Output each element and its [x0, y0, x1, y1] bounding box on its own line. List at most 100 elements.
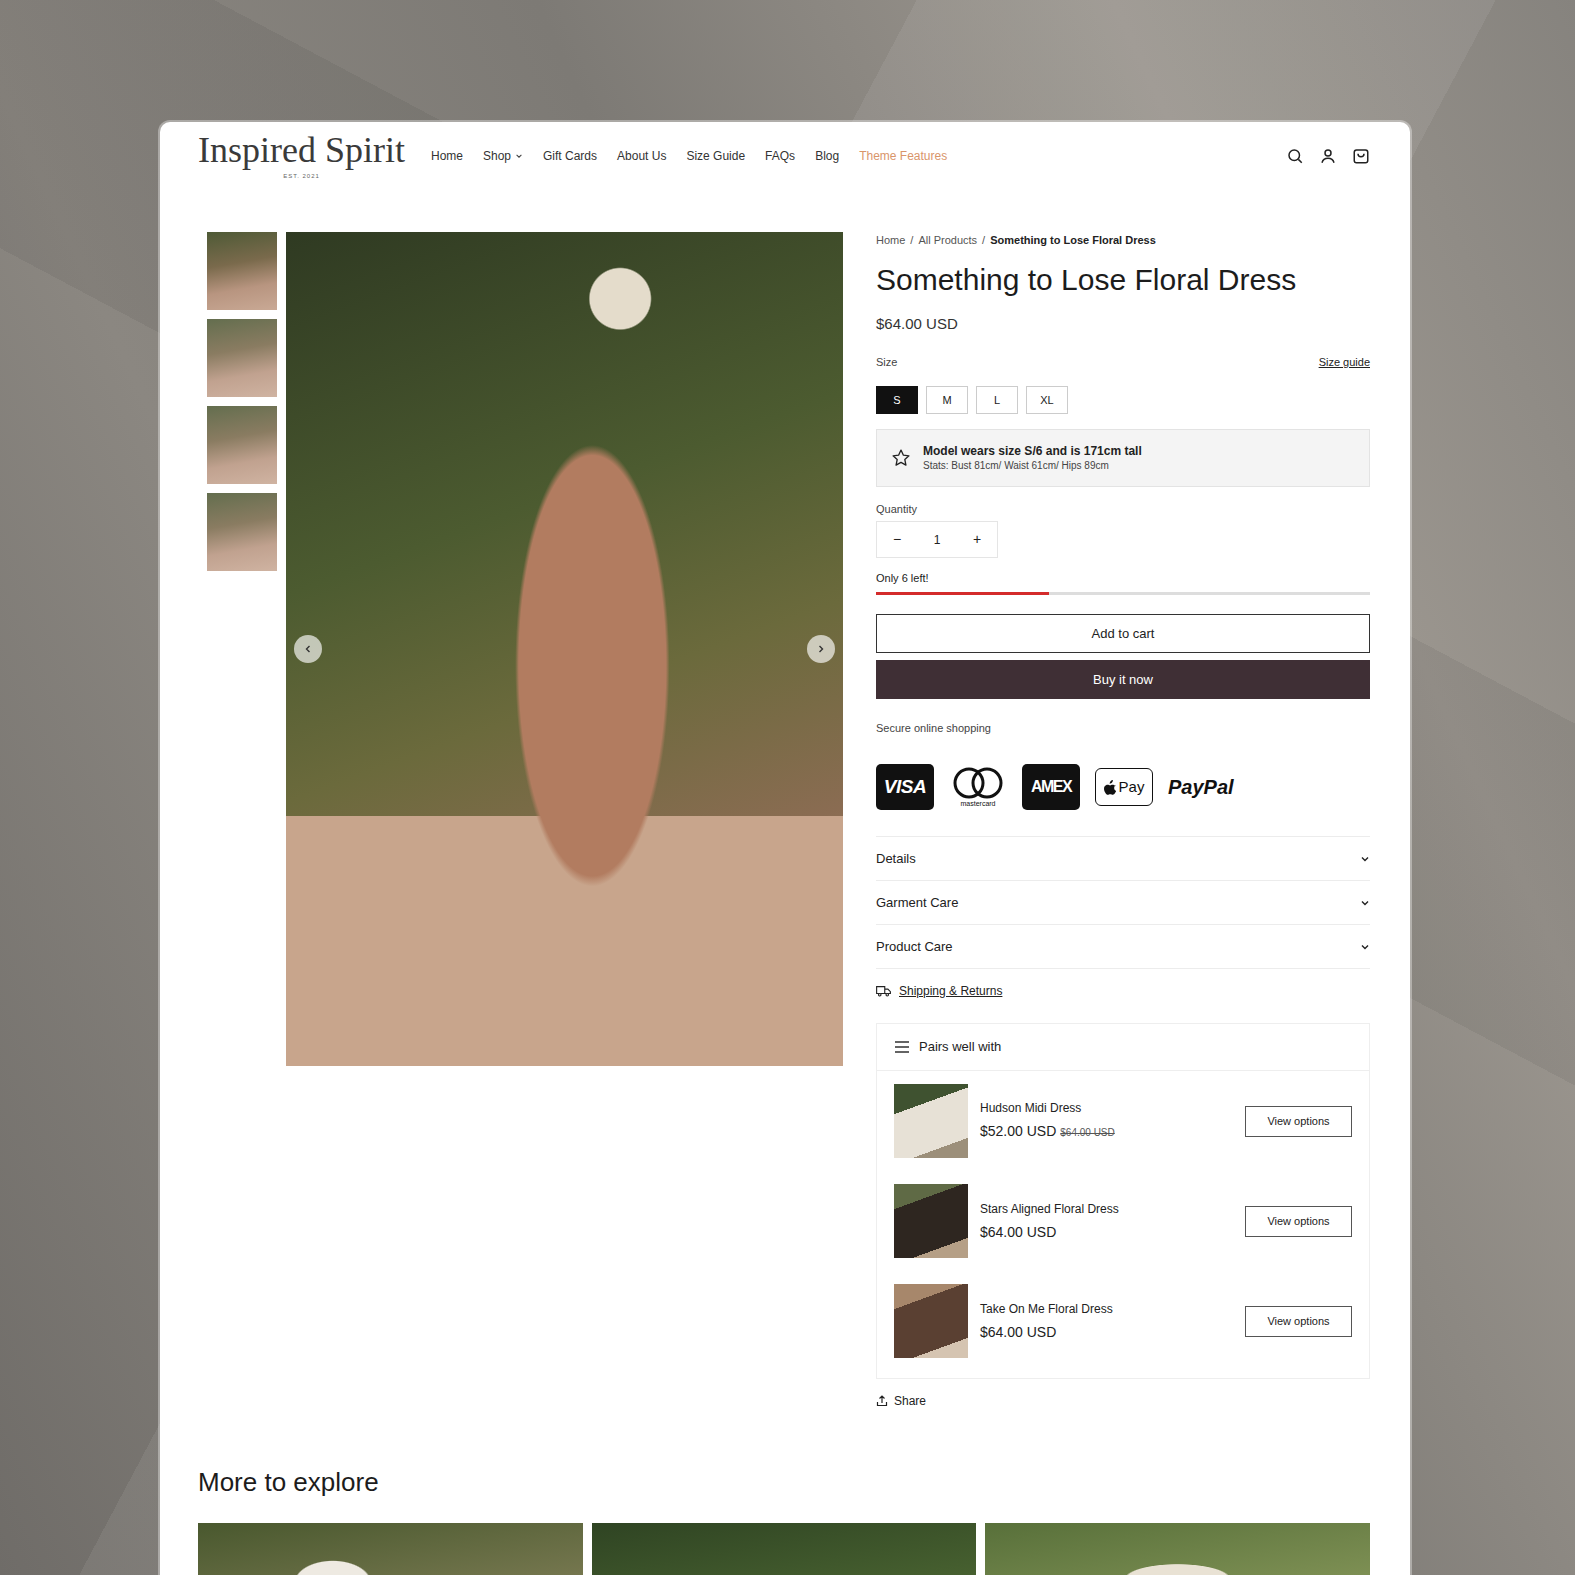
accordion-label[interactable]: Product Care	[876, 937, 953, 957]
mastercard-logo: mastercard	[949, 764, 1007, 810]
accordion-label[interactable]: Garment Care	[876, 893, 958, 913]
product-info: Home/All Products/Something to Lose Flor…	[876, 232, 1370, 1409]
accordion-row[interactable]: Details	[876, 837, 1370, 881]
size-option[interactable]: S	[876, 386, 918, 414]
size-guide-link[interactable]: Size guide	[1319, 354, 1370, 370]
pair-name[interactable]: Hudson Midi Dress	[980, 1100, 1233, 1116]
nav-item: FAQs	[765, 147, 795, 165]
chevron-down-icon[interactable]	[1360, 942, 1370, 952]
brand-logo[interactable]: Inspired SpiritEST. 2021	[198, 132, 405, 180]
nav-link[interactable]: Gift Cards	[543, 147, 597, 165]
pair-item: Take On Me Floral Dress $64.00 USD View op…	[877, 1271, 1369, 1371]
stock-fill	[876, 592, 1049, 595]
shipping-link[interactable]: Shipping & Returns	[899, 982, 1002, 1000]
nav-link[interactable]: FAQs	[765, 147, 795, 165]
chevron-down-icon[interactable]	[1360, 854, 1370, 864]
decrease-button[interactable]: −	[877, 522, 917, 557]
more-grid	[160, 1523, 1410, 1575]
increase-button[interactable]: +	[957, 522, 997, 557]
size-option[interactable]: XL	[1026, 386, 1068, 414]
breadcrumb-item[interactable]: All Products	[918, 232, 977, 248]
product-photo	[286, 232, 843, 1066]
payment-methods: VISA mastercard AMEX Pay PayPal	[876, 764, 1370, 810]
pair-price: $64.00 USD	[980, 1324, 1056, 1340]
mastercard-circles-icon	[950, 766, 1006, 800]
pair-photo[interactable]	[894, 1184, 968, 1258]
account-icon[interactable]	[1319, 147, 1337, 165]
nav-link[interactable]: Shop	[483, 147, 511, 165]
main-nav: Home Shop Gift Cards About Us Size Guide FAQs…	[431, 147, 947, 165]
add-to-cart-button[interactable]: Add to cart	[876, 614, 1370, 653]
buy-now-button[interactable]: Buy it now	[876, 660, 1370, 699]
visa-text: VISA	[884, 773, 926, 802]
apple-pay-text: Pay	[1119, 776, 1145, 799]
cart-icon[interactable]	[1352, 147, 1370, 165]
size-option[interactable]: M	[926, 386, 968, 414]
search-icon[interactable]	[1286, 147, 1304, 165]
nav-item: Blog	[815, 147, 839, 165]
breadcrumb-item: Something to Lose Floral Dress	[990, 232, 1156, 248]
nav-link[interactable]: About Us	[617, 147, 666, 165]
size-option[interactable]: L	[976, 386, 1018, 414]
view-options-button[interactable]: View options	[1245, 1306, 1352, 1337]
accordion-row[interactable]: Product Care	[876, 925, 1370, 969]
thumbnail[interactable]	[207, 406, 277, 484]
view-options-button[interactable]: View options	[1245, 1106, 1352, 1137]
thumbnail[interactable]	[207, 493, 277, 571]
explore-card[interactable]	[198, 1523, 583, 1575]
chevron-right-icon[interactable]	[816, 644, 826, 654]
nav-link[interactable]: Blog	[815, 147, 839, 165]
model-stats: Stats: Bust 81cm/ Waist 61cm/ Hips 89cm	[923, 459, 1142, 473]
share-icon[interactable]	[876, 1395, 888, 1407]
chevron-left-icon[interactable]	[303, 644, 313, 654]
model-note: Model wears size S/6 and is 171cm tallSt…	[876, 429, 1370, 487]
share-label[interactable]: Share	[894, 1393, 926, 1409]
product-price: $64.00 USD	[876, 314, 1370, 334]
nav-item: Size Guide	[686, 147, 745, 165]
shipping-row: Shipping & Returns	[876, 969, 1370, 1013]
nav-link[interactable]: Theme Features	[859, 147, 947, 165]
accordion-list: Details Garment Care Product Care	[876, 836, 1370, 969]
brand-established: EST. 2021	[198, 172, 405, 180]
chevron-down-icon[interactable]	[515, 152, 523, 160]
amex-text: AMEX	[1031, 775, 1071, 799]
pairs-title: Pairs well with	[919, 1037, 1001, 1057]
nav-item: Gift Cards	[543, 147, 597, 165]
thumbnail[interactable]	[207, 232, 277, 310]
quantity-value[interactable]: 1	[934, 531, 941, 549]
pair-name[interactable]: Stars Aligned Floral Dress	[980, 1201, 1233, 1217]
thumbnail[interactable]	[207, 319, 277, 397]
model-title: Model wears size S/6 and is 171cm tall	[923, 443, 1142, 459]
pair-price-row: $52.00 USD$64.00 USD	[980, 1121, 1233, 1143]
breadcrumb-item[interactable]: Home	[876, 232, 905, 248]
product-title: Something to Lose Floral Dress	[876, 260, 1370, 300]
pairs-header: Pairs well with	[877, 1024, 1369, 1071]
list-icon	[894, 1041, 910, 1053]
more-section: More to explore	[160, 1464, 1410, 1575]
explore-card[interactable]	[592, 1523, 977, 1575]
explore-card[interactable]	[985, 1523, 1370, 1575]
header-icons	[1286, 147, 1370, 165]
pair-text: Hudson Midi Dress $52.00 USD$64.00 USD	[980, 1100, 1233, 1143]
nav-link[interactable]: Size Guide	[686, 147, 745, 165]
accordion-row[interactable]: Garment Care	[876, 881, 1370, 925]
pair-item: Hudson Midi Dress $52.00 USD$64.00 USD Vie…	[877, 1071, 1369, 1171]
pair-photo[interactable]	[894, 1284, 968, 1358]
chevron-down-icon[interactable]	[1360, 898, 1370, 908]
pair-price-row: $64.00 USD	[980, 1322, 1233, 1342]
pair-photo[interactable]	[894, 1084, 968, 1158]
stock-bar	[876, 592, 1370, 595]
next-button[interactable]	[807, 635, 835, 663]
model-text: Model wears size S/6 and is 171cm tallSt…	[923, 443, 1142, 473]
pair-name[interactable]: Take On Me Floral Dress	[980, 1301, 1233, 1317]
nav-item: Shop	[483, 147, 523, 165]
pair-text: Stars Aligned Floral Dress$64.00 USD	[980, 1201, 1233, 1242]
view-options-button[interactable]: View options	[1245, 1206, 1352, 1237]
pair-price: $52.00 USD	[980, 1123, 1056, 1139]
paypal-text: PayPal	[1168, 776, 1234, 798]
nav-link[interactable]: Home	[431, 147, 463, 165]
breadcrumb-trail: Home/All Products/Something to Lose Flor…	[876, 232, 1370, 248]
previous-button[interactable]	[294, 635, 322, 663]
accordion-label[interactable]: Details	[876, 849, 916, 869]
share-button[interactable]: Share	[876, 1393, 1370, 1409]
